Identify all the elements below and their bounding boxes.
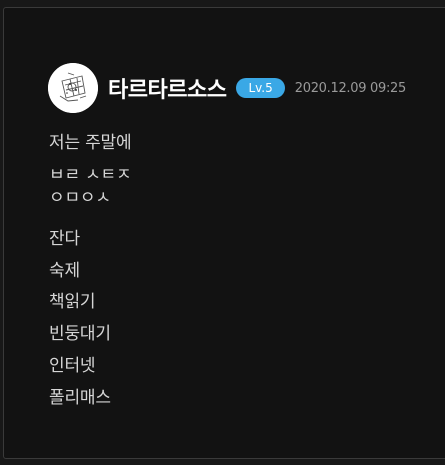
post-line: 책읽기 (49, 292, 96, 313)
post-line: 잔다 (49, 228, 80, 249)
post-line: ㅇㅁㅇㅅ (49, 191, 132, 224)
post-line: 폴리매스 (49, 388, 111, 409)
post-body: 저는 주말에 ㅂㄹ ㅅㅌㅈ ㅇㅁㅇㅅ 잔다 숙제 책읽기 빈둥대기 인터넷 폴리… (49, 128, 132, 415)
post-line: 숙제 (49, 260, 80, 281)
post-timestamp: 2020.12.09 09:25 (294, 80, 407, 96)
sketch-avatar-icon (48, 63, 98, 113)
post-line: 저는 주말에 (49, 133, 132, 153)
post-line: 빈둥대기 (49, 324, 111, 345)
post-header: 타르타르소스 Lv.5 2020.12.09 09:25 (48, 63, 406, 113)
avatar[interactable] (48, 63, 98, 113)
author-name[interactable]: 타르타르소스 (108, 72, 227, 104)
post-card: 타르타르소스 Lv.5 2020.12.09 09:25 저는 주말에 ㅂㄹ ㅅ… (3, 7, 445, 459)
post-line: ㅂㄹ ㅅㅌㅈ (49, 160, 132, 192)
level-badge: Lv.5 (236, 78, 285, 98)
post-line: 인터넷 (49, 356, 96, 377)
